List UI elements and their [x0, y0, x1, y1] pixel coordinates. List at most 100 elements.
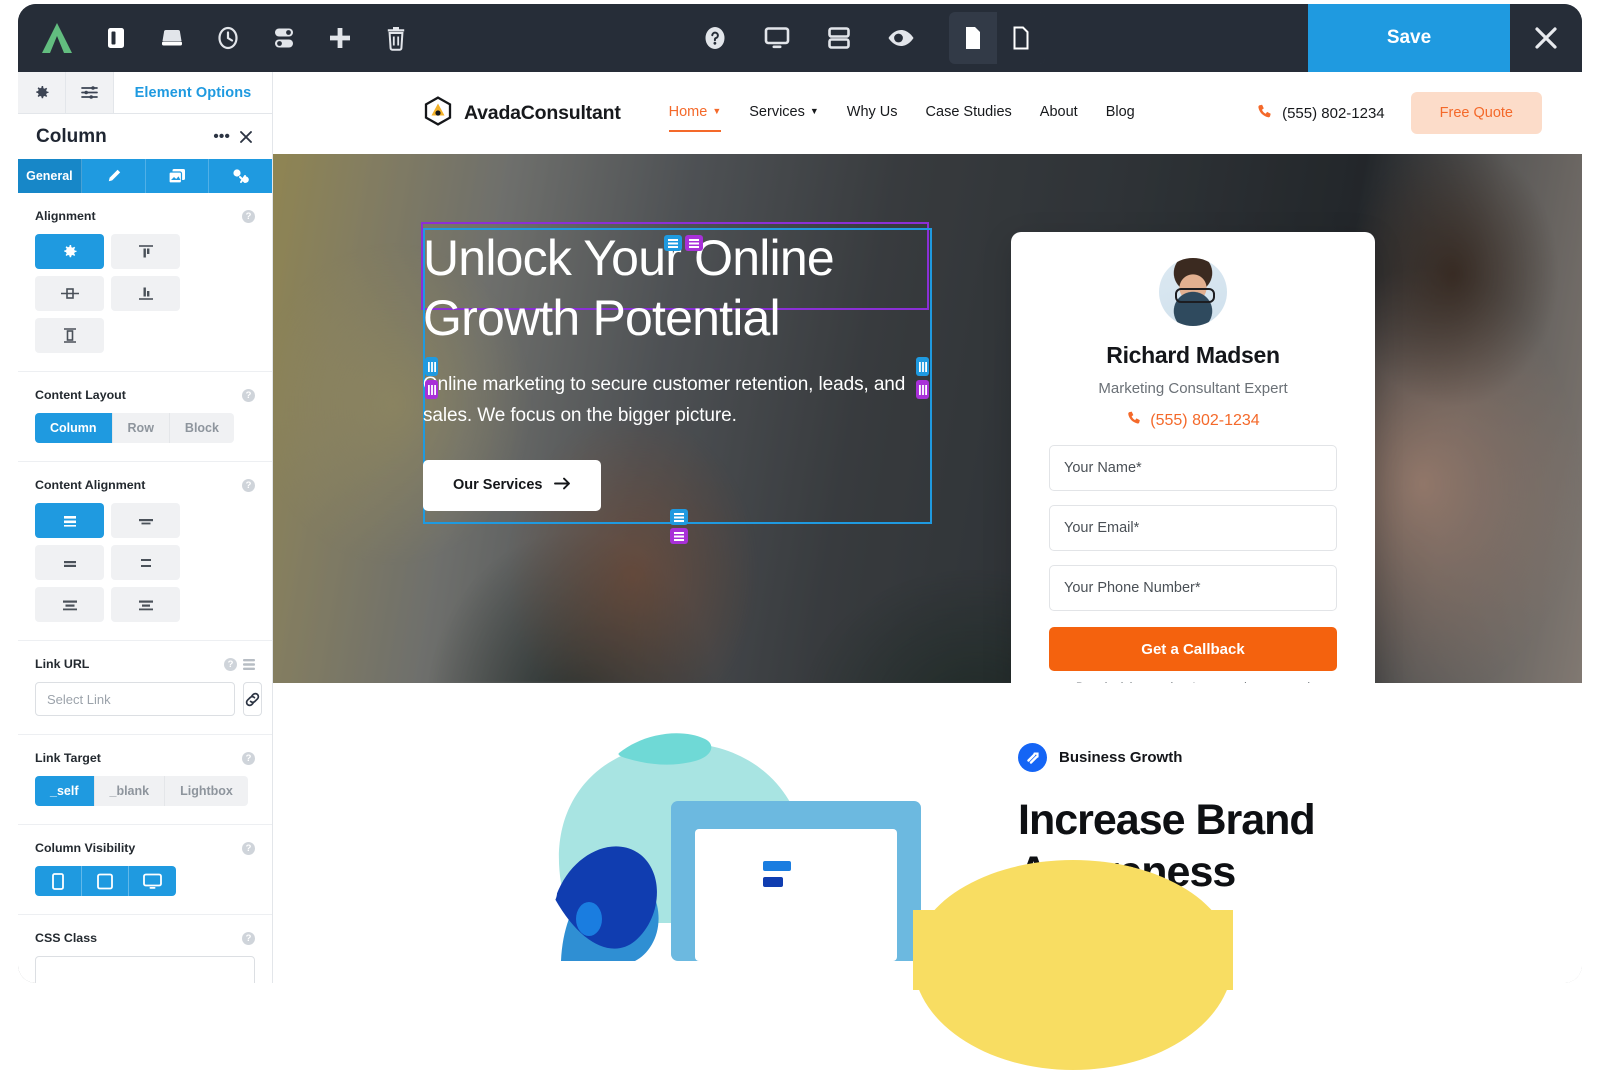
column-handle-right-purple[interactable] — [916, 380, 929, 399]
column-handle-bottom-purple[interactable] — [670, 528, 688, 544]
contact-card[interactable]: Richard Madsen Marketing Consultant Expe… — [1011, 232, 1375, 683]
help-icon[interactable]: ? — [242, 751, 255, 765]
element-handle-right-blue[interactable] — [916, 357, 929, 376]
avada-logo-icon[interactable] — [26, 12, 88, 64]
tab-background[interactable] — [146, 159, 210, 193]
sliders-icon[interactable] — [66, 72, 114, 113]
toolbar-left-group — [18, 12, 424, 64]
help-icon[interactable]: ? — [242, 209, 255, 223]
header-phone-link[interactable]: (555) 802-1234 — [1256, 103, 1385, 124]
page-builder-icon[interactable] — [949, 12, 997, 64]
your-email-input[interactable] — [1049, 505, 1337, 551]
tablet-icon[interactable] — [82, 866, 129, 896]
css-class-label: CSS Class — [35, 931, 97, 945]
nav-item-why-us[interactable]: Why Us — [847, 104, 898, 123]
close-icon[interactable] — [1510, 4, 1582, 72]
tab-general[interactable]: General — [18, 159, 82, 193]
help-icon[interactable] — [687, 12, 743, 64]
nav-item-home[interactable]: Home ▼ — [668, 104, 722, 132]
content-align-flex-end-icon[interactable] — [35, 545, 104, 580]
nav-item-case-studies[interactable]: Case Studies — [926, 104, 1012, 123]
align-middle-icon[interactable] — [35, 276, 104, 311]
page-preview[interactable]: AvadaConsultant Home ▼ Services ▼ Why Us — [273, 72, 1582, 983]
content-layout-option-column[interactable]: Column — [35, 413, 113, 443]
header-right-group: (555) 802-1234 Free Quote — [1256, 92, 1542, 134]
brand-logo[interactable]: AvadaConsultant — [423, 95, 621, 131]
content-align-center-icon[interactable] — [111, 503, 180, 538]
save-button[interactable]: Save — [1308, 4, 1510, 72]
option-group-link-url: Link URL ? — [18, 641, 272, 735]
content-align-space-between-icon[interactable] — [111, 545, 180, 580]
help-icon[interactable]: ? — [242, 478, 255, 492]
your-phone-input[interactable] — [1049, 565, 1337, 611]
gear-icon[interactable] — [18, 72, 66, 113]
hero-section[interactable]: Unlock Your Online Growth Potential Onli… — [273, 154, 1582, 683]
help-icon[interactable]: ? — [224, 657, 237, 671]
preview-eye-icon[interactable] — [873, 12, 929, 64]
link-url-input[interactable] — [35, 682, 235, 716]
tab-styling[interactable] — [82, 159, 146, 193]
panel-more-menu-icon[interactable]: ••• — [209, 128, 234, 146]
link-target-segmented: _self _blank Lightbox — [35, 776, 248, 806]
blank-page-icon[interactable] — [997, 12, 1045, 64]
nav-item-services[interactable]: Services ▼ — [749, 104, 819, 123]
free-quote-button[interactable]: Free Quote — [1410, 92, 1542, 134]
panel-close-icon[interactable] — [234, 129, 258, 145]
element-handle-left-blue[interactable] — [425, 357, 438, 376]
reset-icon[interactable] — [243, 658, 255, 671]
link-chain-icon[interactable] — [243, 682, 262, 716]
nav-item-blog[interactable]: Blog — [1106, 104, 1135, 123]
content-align-space-evenly-icon[interactable] — [111, 587, 180, 622]
card-phone-link[interactable]: (555) 802-1234 — [1049, 410, 1337, 431]
content-align-space-around-icon[interactable] — [35, 587, 104, 622]
element-handle-top-blue[interactable] — [664, 235, 682, 251]
library-icon[interactable] — [144, 12, 200, 64]
hero-content: Unlock Your Online Growth Potential Onli… — [423, 228, 928, 511]
hero-subtitle: Online marketing to secure customer rete… — [423, 374, 906, 426]
column-visibility-label: Column Visibility — [35, 841, 136, 855]
sidebar-toggle-icon[interactable] — [88, 12, 144, 64]
help-icon[interactable]: ? — [242, 841, 255, 855]
link-target-option-self[interactable]: _self — [35, 776, 95, 806]
column-handle-left-purple[interactable] — [425, 380, 438, 399]
mobile-icon[interactable] — [35, 866, 82, 896]
history-icon[interactable] — [200, 12, 256, 64]
panel-tab-strip: Element Options — [18, 72, 272, 114]
content-align-flex-start-icon[interactable] — [35, 503, 104, 538]
chevron-down-icon: ▼ — [712, 106, 722, 116]
settings-sliders-icon[interactable] — [256, 12, 312, 64]
link-target-option-blank[interactable]: _blank — [94, 776, 166, 806]
our-services-label: Our Services — [453, 477, 543, 494]
panel-options-scroll[interactable]: Alignment ? Content Layout ? Column Row … — [18, 193, 272, 983]
align-bottom-icon[interactable] — [111, 276, 180, 311]
css-class-input[interactable] — [35, 956, 255, 983]
tab-extras[interactable] — [209, 159, 272, 193]
add-element-icon[interactable] — [312, 12, 368, 64]
builder-toolbar: Save — [18, 4, 1582, 72]
responsive-desktop-icon[interactable] — [749, 12, 805, 64]
content-alignment-label: Content Alignment — [35, 478, 146, 492]
desktop-icon[interactable] — [129, 866, 176, 896]
column-handle-top-purple[interactable] — [685, 235, 703, 251]
yellow-decor-blob — [913, 910, 1233, 1070]
avatar — [1159, 258, 1227, 326]
content-layout-option-block[interactable]: Block — [169, 413, 234, 443]
link-target-option-lightbox[interactable]: Lightbox — [165, 776, 248, 806]
help-icon[interactable]: ? — [242, 388, 255, 402]
content-layout-option-row[interactable]: Row — [112, 413, 170, 443]
growth-tag-label: Business Growth — [1059, 749, 1183, 766]
editor-mode-toggle[interactable] — [949, 12, 1045, 64]
layout-rows-icon[interactable] — [811, 12, 867, 64]
our-services-button[interactable]: Our Services — [423, 459, 602, 511]
alignment-label: Alignment — [35, 209, 96, 223]
default-gear-icon[interactable] — [35, 234, 104, 269]
nav-item-about[interactable]: About — [1040, 104, 1078, 123]
your-name-input[interactable] — [1049, 445, 1337, 491]
get-a-callback-button[interactable]: Get a Callback — [1049, 627, 1337, 671]
element-handle-bottom-blue[interactable] — [670, 509, 688, 525]
help-icon[interactable]: ? — [242, 931, 255, 945]
trash-icon[interactable] — [368, 12, 424, 64]
align-top-icon[interactable] — [111, 234, 180, 269]
align-stretch-icon[interactable] — [35, 318, 104, 353]
element-options-panel: Element Options Column ••• General Align… — [18, 72, 273, 983]
